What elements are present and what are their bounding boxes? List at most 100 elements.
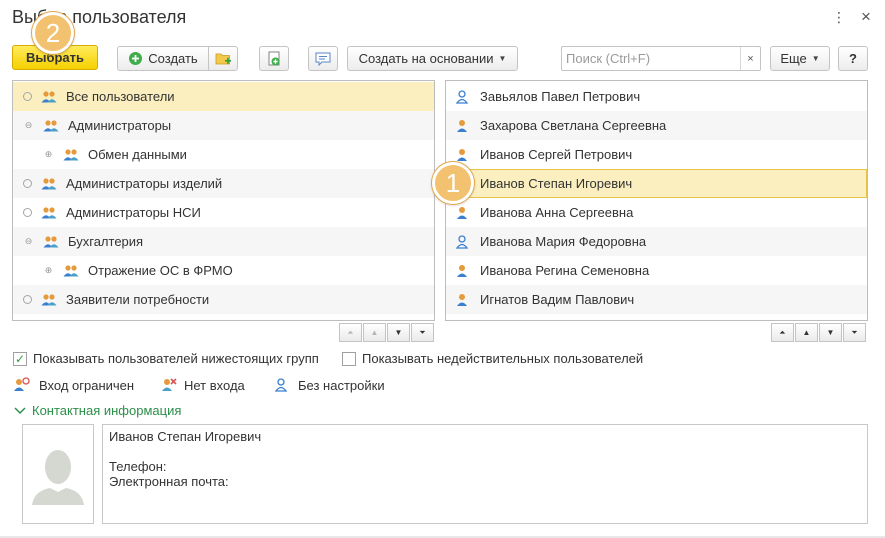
contact-phone-label: Телефон:	[109, 459, 167, 474]
chevron-down-icon: ▼	[498, 54, 507, 63]
legend-no-login: Нет входа	[160, 377, 245, 393]
search-input[interactable]	[562, 48, 740, 69]
group-label: Администраторы изделий	[66, 176, 223, 191]
collapse-icon[interactable]: ⊖	[23, 120, 34, 131]
user-group-icon	[40, 89, 58, 105]
user-photo	[22, 424, 94, 524]
user-name: Иванов Степан Игоревич	[480, 176, 633, 191]
move-first-icon[interactable]: ⏶	[771, 323, 794, 342]
contact-info-label: Контактная информация	[32, 403, 182, 418]
legend-restricted: Вход ограничен	[13, 377, 134, 393]
help-button[interactable]: ?	[838, 46, 868, 71]
user-icon	[455, 263, 469, 279]
group-row[interactable]: ⊕ Обмен данными	[13, 140, 434, 169]
show-invalid-checkbox[interactable]: Показывать недействительных пользователе…	[342, 351, 643, 366]
checkbox-checked-icon[interactable]: ✓	[13, 351, 27, 366]
group-row[interactable]: Администраторы НСИ	[13, 198, 434, 227]
copy-button[interactable]	[259, 46, 289, 71]
contact-info-box: Иванов Степан Игоревич Телефон: Электрон…	[102, 424, 868, 524]
expand-icon[interactable]: ⊕	[43, 149, 54, 160]
user-no-login-icon	[162, 378, 177, 391]
move-up-icon[interactable]: ▲	[363, 323, 386, 342]
group-label: Заявители потребности	[66, 292, 210, 307]
group-label: Обмен данными	[88, 147, 187, 162]
show-invalid-label: Показывать недействительных пользователе…	[362, 351, 644, 366]
create-group-button[interactable]	[208, 46, 238, 71]
create-based-on-button[interactable]: Создать на основании ▼	[347, 46, 518, 71]
user-row[interactable]: Иванова Анна Сергеевна	[446, 198, 867, 227]
user-name: Иванова Мария Федоровна	[480, 234, 647, 249]
avatar-placeholder-icon	[32, 450, 84, 505]
user-icon	[455, 118, 469, 134]
legend-no-settings-label: Без настройки	[298, 377, 385, 393]
chevron-down-icon	[14, 406, 26, 414]
comment-button[interactable]	[308, 46, 338, 71]
step-badge-2: 2	[32, 12, 74, 54]
group-label: Отражение ОС в ФРМО	[88, 263, 233, 278]
user-name: Захарова Светлана Сергеевна	[480, 118, 667, 133]
group-row[interactable]: ⊖ Бухгалтерия	[13, 227, 434, 256]
copy-document-icon	[268, 51, 279, 65]
users-list[interactable]: Завьялов Павел Петрович Захарова Светлана…	[445, 80, 868, 321]
radio-icon[interactable]	[23, 295, 32, 304]
group-row[interactable]: Все пользователи	[13, 82, 434, 111]
user-no-settings-icon	[455, 89, 469, 105]
contact-email-label: Электронная почта:	[109, 474, 229, 489]
group-label: Администраторы НСИ	[66, 205, 201, 220]
move-last-icon[interactable]: ⏷	[411, 323, 434, 342]
more-menu-icon[interactable]: ⋮	[832, 9, 846, 26]
show-subgroups-label: Показывать пользователей нижестоящих гру…	[33, 351, 319, 366]
user-name: Иванова Анна Сергеевна	[480, 205, 634, 220]
contact-name: Иванов Степан Игоревич	[109, 429, 262, 444]
user-row[interactable]: Иванов Сергей Петрович	[446, 140, 867, 169]
user-row[interactable]: Иванова Регина Семеновна	[446, 256, 867, 285]
user-restricted-icon	[14, 377, 30, 391]
group-row[interactable]: Администраторы изделий	[13, 169, 434, 198]
chevron-down-icon: ▼	[811, 54, 820, 63]
close-icon[interactable]: ×	[861, 7, 871, 27]
collapse-icon[interactable]: ⊖	[23, 236, 34, 247]
create-button-label: Создать	[148, 51, 198, 66]
more-button-label: Еще	[780, 51, 807, 66]
add-folder-icon	[215, 53, 231, 65]
legend-restricted-label: Вход ограничен	[39, 377, 135, 393]
move-last-icon[interactable]: ⏷	[843, 323, 866, 342]
legend-no-login-label: Нет входа	[184, 377, 245, 393]
group-label: Все пользователи	[66, 89, 175, 104]
move-down-icon[interactable]: ▼	[387, 323, 410, 342]
show-subgroups-checkbox[interactable]: ✓ Показывать пользователей нижестоящих г…	[13, 351, 319, 366]
users-nav-buttons: ⏶ ▲ ▼ ⏷	[771, 323, 866, 342]
more-button[interactable]: Еще ▼	[770, 46, 830, 71]
user-name: Иванов Сергей Петрович	[480, 147, 633, 162]
group-row[interactable]: ⊕ Отражение ОС в ФРМО	[13, 256, 434, 285]
move-down-icon[interactable]: ▼	[819, 323, 842, 342]
user-icon	[455, 147, 469, 163]
radio-icon[interactable]	[23, 179, 32, 188]
user-icon	[455, 205, 469, 221]
clear-search-icon[interactable]: ×	[740, 47, 760, 70]
move-first-icon[interactable]: ⏶	[339, 323, 362, 342]
groups-tree[interactable]: Все пользователи ⊖ Администраторы ⊕ Обмен да…	[12, 80, 435, 321]
user-group-icon	[40, 205, 58, 221]
group-row[interactable]: Заявители потребности	[13, 285, 434, 314]
create-button[interactable]: Создать	[117, 46, 209, 71]
contact-info-toggle[interactable]: Контактная информация	[14, 403, 181, 418]
search-field[interactable]: ×	[561, 46, 761, 71]
groups-nav-buttons: ⏶ ▲ ▼ ⏷	[339, 323, 434, 342]
group-row[interactable]: ⊖ Администраторы	[13, 111, 434, 140]
radio-icon[interactable]	[23, 92, 32, 101]
user-name: Завьялов Павел Петрович	[480, 89, 641, 104]
user-row[interactable]: Игнатов Вадим Павлович	[446, 285, 867, 314]
user-row[interactable]: Завьялов Павел Петрович	[446, 82, 867, 111]
user-row[interactable]: Иванова Мария Федоровна	[446, 227, 867, 256]
user-group-icon	[40, 176, 58, 192]
checkbox-unchecked-icon[interactable]	[342, 351, 356, 366]
user-group-icon	[62, 147, 80, 163]
group-label: Администраторы	[68, 118, 172, 133]
user-row[interactable]: Захарова Светлана Сергеевна	[446, 111, 867, 140]
radio-icon[interactable]	[23, 208, 32, 217]
user-row[interactable]: Иванов Степан Игоревич	[446, 169, 867, 198]
expand-icon[interactable]: ⊕	[43, 265, 54, 276]
add-circle-icon	[129, 52, 143, 65]
move-up-icon[interactable]: ▲	[795, 323, 818, 342]
